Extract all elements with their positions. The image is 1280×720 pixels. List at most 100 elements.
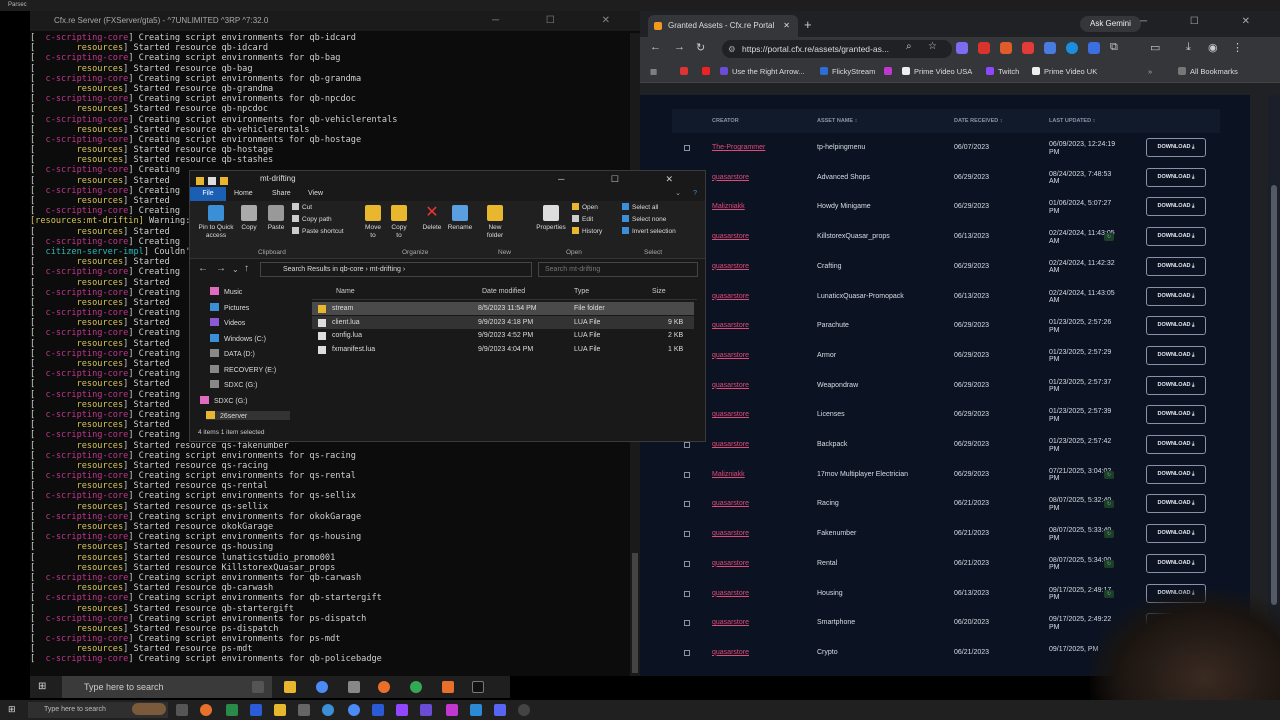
- forward-icon[interactable]: →: [674, 41, 685, 53]
- bookmark-item[interactable]: Twitch: [986, 61, 1019, 83]
- new-folder-button[interactable]: New folder: [480, 205, 510, 240]
- address-bar[interactable]: ⚙ https://portal.cfx.re/assets/granted-a…: [722, 40, 952, 58]
- download-icon[interactable]: ⤓: [1186, 41, 1191, 54]
- row-checkbox[interactable]: [684, 442, 690, 448]
- bookmark-item[interactable]: FlickyStream: [820, 61, 875, 83]
- puzzle-icon[interactable]: ⧉: [1110, 41, 1118, 54]
- creator-link[interactable]: quasarstore: [712, 341, 749, 371]
- col-date-modified[interactable]: Date modified: [482, 288, 525, 295]
- console-window-controls[interactable]: ─ ☐ ✕: [492, 11, 632, 31]
- bookmark-item[interactable]: Prime Video USA: [902, 61, 972, 83]
- nav-item[interactable]: Windows (C:): [210, 333, 266, 343]
- download-button[interactable]: DOWNLOAD ⤓: [1146, 286, 1206, 306]
- forward-icon[interactable]: →: [216, 263, 226, 274]
- creator-link[interactable]: quasarstore: [712, 222, 749, 252]
- creator-link[interactable]: quasarstore: [712, 430, 749, 460]
- extension-icon[interactable]: [956, 42, 968, 54]
- nav-item[interactable]: RECOVERY (E:): [210, 364, 276, 374]
- app-icon[interactable]: [372, 704, 384, 716]
- back-icon[interactable]: ←: [650, 41, 661, 53]
- download-button[interactable]: DOWNLOAD ⤓: [1146, 197, 1206, 217]
- nav-item[interactable]: 26server: [206, 411, 290, 420]
- col-creator[interactable]: CREATOR: [712, 109, 739, 133]
- creator-link[interactable]: Malizniakk: [712, 460, 745, 490]
- app-icon[interactable]: [470, 704, 482, 716]
- extension-icon[interactable]: [1066, 42, 1078, 54]
- file-row[interactable]: fxmanifest.lua 9/9/2023 4:04 PM LUA File 1 …: [312, 343, 694, 356]
- extension-icon[interactable]: [1088, 42, 1100, 54]
- paste-shortcut-button[interactable]: Paste shortcut: [292, 225, 344, 238]
- creator-link[interactable]: quasarstore: [712, 579, 749, 609]
- row-checkbox[interactable]: [684, 145, 690, 151]
- youtube-icon[interactable]: [702, 61, 714, 83]
- explorer-window-controls[interactable]: ─ ☐ ✕: [558, 171, 695, 187]
- rename-button[interactable]: Rename: [446, 205, 474, 232]
- file-explorer-icon[interactable]: [284, 681, 296, 693]
- recent-icon[interactable]: ⌄: [232, 265, 239, 274]
- download-button[interactable]: DOWNLOAD ⤓: [1146, 138, 1206, 157]
- col-size[interactable]: Size: [652, 288, 666, 295]
- reload-icon[interactable]: ↻: [696, 41, 705, 54]
- history-button[interactable]: History: [572, 225, 602, 238]
- download-button[interactable]: DOWNLOAD ⤓: [1146, 553, 1206, 573]
- close-tab-icon[interactable]: ✕: [783, 15, 790, 37]
- row-checkbox[interactable]: [684, 649, 690, 656]
- task-view-icon[interactable]: [176, 704, 188, 716]
- creator-link[interactable]: quasarstore: [712, 608, 749, 638]
- ask-gemini-button[interactable]: Ask Gemini: [1080, 16, 1141, 32]
- download-button[interactable]: DOWNLOAD ⤓: [1146, 345, 1206, 365]
- app-icon[interactable]: [518, 704, 530, 716]
- weather-icon[interactable]: [132, 703, 166, 715]
- task-view-icon[interactable]: [252, 681, 264, 693]
- apps-icon[interactable]: ▦: [650, 61, 657, 83]
- scroll-thumb[interactable]: [1271, 185, 1277, 605]
- nav-item[interactable]: SDXC (G:): [210, 380, 257, 389]
- extension-icon[interactable]: [1000, 42, 1012, 54]
- tab-share[interactable]: Share: [272, 187, 291, 201]
- creator-link[interactable]: quasarstore: [712, 400, 749, 430]
- move-to-button[interactable]: Move to: [362, 205, 384, 240]
- download-button[interactable]: DOWNLOAD ⤓: [1146, 256, 1206, 276]
- row-checkbox[interactable]: [684, 471, 690, 478]
- search-icon[interactable]: ⌕: [906, 41, 912, 52]
- bookmark-item[interactable]: Use the Right Arrow...: [720, 61, 805, 83]
- col-asset-name[interactable]: ASSET NAME ↕: [817, 109, 857, 133]
- app-icon[interactable]: [348, 681, 360, 693]
- col-last-updated[interactable]: LAST UPDATED ↕: [1049, 109, 1095, 133]
- pin-quick-access-button[interactable]: Pin to Quick access: [194, 205, 238, 240]
- file-row[interactable]: stream 8/5/2023 11:54 PM File folder: [312, 302, 694, 315]
- creator-link[interactable]: quasarstore: [712, 371, 749, 401]
- firefox-icon[interactable]: [378, 681, 390, 693]
- profile-icon[interactable]: ◉: [1208, 41, 1218, 54]
- extension-icon[interactable]: [978, 42, 990, 54]
- app-icon[interactable]: [250, 704, 262, 716]
- nav-item[interactable]: Videos: [210, 318, 245, 327]
- creator-link[interactable]: quasarstore: [712, 549, 749, 579]
- edge-icon[interactable]: [322, 704, 334, 716]
- download-button[interactable]: DOWNLOAD ⤓: [1146, 494, 1206, 514]
- app-icon[interactable]: [494, 704, 506, 716]
- col-date-received[interactable]: DATE RECEIVED ↕: [954, 109, 1003, 133]
- creator-link[interactable]: quasarstore: [712, 311, 749, 341]
- download-button[interactable]: DOWNLOAD ⤓: [1146, 375, 1206, 395]
- copy-to-button[interactable]: Copy to: [388, 205, 410, 240]
- invert-selection-button[interactable]: Invert selection: [622, 225, 676, 238]
- creator-link[interactable]: The-Programmer: [712, 133, 765, 163]
- taskbar-search[interactable]: Type here to search: [62, 676, 272, 698]
- col-name[interactable]: Name: [336, 288, 355, 295]
- all-bookmarks[interactable]: All Bookmarks: [1178, 61, 1238, 83]
- help-icon[interactable]: ?: [693, 187, 697, 201]
- app-icon[interactable]: [442, 681, 454, 693]
- nav-item[interactable]: Pictures: [210, 302, 249, 312]
- creator-link[interactable]: quasarstore: [712, 252, 749, 282]
- properties-button[interactable]: Properties: [534, 205, 568, 232]
- download-button[interactable]: DOWNLOAD ⤓: [1146, 316, 1206, 336]
- bookmark-item[interactable]: Prime Video UK: [1032, 61, 1097, 83]
- path-bar[interactable]: Search Results in qb-core › mt-drifting …: [260, 262, 532, 277]
- download-button[interactable]: DOWNLOAD ⤓: [1146, 524, 1206, 544]
- app-icon[interactable]: [420, 704, 432, 716]
- firefox-icon[interactable]: [200, 704, 212, 716]
- menu-icon[interactable]: ⋮: [1232, 41, 1243, 54]
- tab-view[interactable]: View: [308, 187, 323, 201]
- more-bookmarks-icon[interactable]: »: [1148, 61, 1152, 83]
